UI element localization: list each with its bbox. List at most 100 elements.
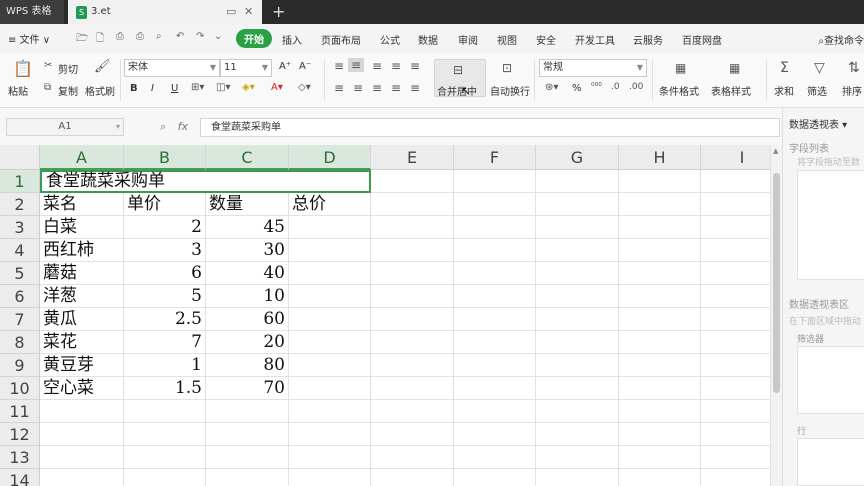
grid-cell[interactable]	[701, 446, 770, 469]
justify-icon[interactable]: ≡	[391, 81, 401, 95]
bold-button[interactable]: B	[130, 83, 138, 94]
wrap-text-icon[interactable]: ⊡	[502, 61, 512, 75]
grid-cell[interactable]	[454, 193, 536, 216]
grid-cell[interactable]	[619, 400, 701, 423]
grid-cell[interactable]	[701, 331, 770, 354]
grid-cell[interactable]	[619, 423, 701, 446]
sum-icon[interactable]: Σ	[780, 60, 789, 76]
header-cell[interactable]: 菜名	[40, 193, 124, 216]
column-header-i[interactable]: I	[701, 145, 770, 170]
grid-cell[interactable]	[454, 400, 536, 423]
item-name-cell[interactable]: 洋葱	[40, 285, 124, 308]
grid-cell[interactable]	[454, 170, 536, 193]
grid-cell[interactable]	[536, 469, 619, 486]
unit-price-cell[interactable]: 1.5	[124, 377, 206, 400]
zoom-icon[interactable]: ⌕	[160, 120, 166, 133]
grid-cell[interactable]	[619, 446, 701, 469]
customize-icon[interactable]: ⌄	[214, 31, 222, 42]
row-header-8[interactable]: 8	[0, 331, 40, 354]
grid-cell[interactable]	[371, 193, 454, 216]
paste-icon[interactable]: 📋	[13, 59, 33, 78]
open-icon[interactable]: 🗁	[76, 31, 88, 48]
font-size-select[interactable]: 11 ▼	[220, 59, 272, 77]
header-cell[interactable]: 总价	[289, 193, 371, 216]
column-header-b[interactable]: B	[124, 145, 206, 170]
unit-price-cell[interactable]: 3	[124, 239, 206, 262]
grid-cell[interactable]	[371, 377, 454, 400]
unit-price-cell[interactable]: 1	[124, 354, 206, 377]
item-name-cell[interactable]: 蘑菇	[40, 262, 124, 285]
grid-cell[interactable]	[454, 308, 536, 331]
grid-cell[interactable]	[536, 400, 619, 423]
grid-cell[interactable]	[371, 446, 454, 469]
fx-icon[interactable]: fx	[178, 120, 188, 133]
quantity-cell[interactable]: 80	[206, 354, 289, 377]
redo-icon[interactable]: ↷	[196, 31, 204, 42]
panel-title[interactable]: 数据透视表 ▾	[789, 116, 847, 131]
grid-cell[interactable]	[454, 423, 536, 446]
distribute-icon[interactable]: ≡	[410, 81, 420, 95]
grid-cell[interactable]	[124, 469, 206, 486]
grid-cell[interactable]	[289, 331, 371, 354]
grow-font-button[interactable]: A⁺	[279, 61, 291, 72]
row-header-14[interactable]: 14	[0, 469, 40, 486]
add-tab-button[interactable]: +	[272, 0, 285, 23]
column-header-a[interactable]: A	[40, 145, 124, 170]
merged-title-cell[interactable]: 食堂蔬菜采购单	[40, 170, 371, 193]
file-menu[interactable]: ≡ 文件 ∨	[8, 31, 50, 46]
row-header-3[interactable]: 3	[0, 216, 40, 239]
grid-cell[interactable]	[536, 170, 619, 193]
tab-baidu-netdisk[interactable]: 百度网盘	[682, 32, 722, 47]
tab-data[interactable]: 数据	[418, 32, 438, 47]
grid-cell[interactable]	[536, 308, 619, 331]
grid-cell[interactable]	[701, 400, 770, 423]
column-header-h[interactable]: H	[619, 145, 701, 170]
grid-cell[interactable]	[289, 239, 371, 262]
number-format-select[interactable]: 常规 ▼	[539, 59, 647, 77]
item-name-cell[interactable]: 空心菜	[40, 377, 124, 400]
grid-cell[interactable]	[371, 239, 454, 262]
filter-area-box[interactable]	[797, 346, 864, 414]
search-command[interactable]: ⌕查找命令	[818, 32, 864, 47]
grid-cell[interactable]	[536, 216, 619, 239]
export-icon[interactable]: ⎙	[116, 31, 124, 42]
close-tab-icon[interactable]: ✕	[244, 0, 253, 24]
grid-cell[interactable]	[371, 308, 454, 331]
quantity-cell[interactable]: 20	[206, 331, 289, 354]
column-header-g[interactable]: G	[536, 145, 619, 170]
undo-icon[interactable]: ↶	[176, 31, 184, 42]
align-middle-icon[interactable]: ≡	[348, 58, 365, 72]
sort-button[interactable]: 排序	[842, 83, 862, 98]
unit-price-cell[interactable]: 5	[124, 285, 206, 308]
grid-cell[interactable]	[454, 285, 536, 308]
conditional-format-button[interactable]: 条件格式	[659, 83, 699, 98]
quantity-cell[interactable]: 30	[206, 239, 289, 262]
grid-cell[interactable]	[124, 423, 206, 446]
grid-cell[interactable]	[124, 400, 206, 423]
tab-view[interactable]: 视图	[497, 32, 517, 47]
print-icon[interactable]: ⎙	[136, 31, 144, 42]
row-header-11[interactable]: 11	[0, 400, 40, 423]
grid-cell[interactable]	[40, 423, 124, 446]
grid-cell[interactable]	[289, 285, 371, 308]
row-header-4[interactable]: 4	[0, 239, 40, 262]
italic-button[interactable]: I	[151, 83, 154, 94]
quantity-cell[interactable]: 70	[206, 377, 289, 400]
grid-cell[interactable]	[454, 262, 536, 285]
quantity-cell[interactable]: 10	[206, 285, 289, 308]
grid-cell[interactable]	[206, 446, 289, 469]
row-header-13[interactable]: 13	[0, 446, 40, 469]
align-left-icon[interactable]: ≡	[334, 81, 344, 95]
vertical-scrollbar[interactable]: ▲	[770, 145, 782, 486]
align-top-icon[interactable]: ≡	[334, 59, 344, 73]
row-header-7[interactable]: 7	[0, 308, 40, 331]
item-name-cell[interactable]: 黄豆芽	[40, 354, 124, 377]
column-header-e[interactable]: E	[371, 145, 454, 170]
merge-center-button[interactable]: ⊟ 合并居中	[434, 59, 486, 98]
highlight-icon[interactable]: ◈▾	[242, 82, 255, 93]
window-icon[interactable]: ▭	[226, 0, 236, 24]
align-bottom-icon[interactable]: ≡	[372, 59, 382, 73]
tab-insert[interactable]: 插入	[282, 32, 302, 47]
grid-cell[interactable]	[536, 377, 619, 400]
grid-cell[interactable]	[289, 469, 371, 486]
